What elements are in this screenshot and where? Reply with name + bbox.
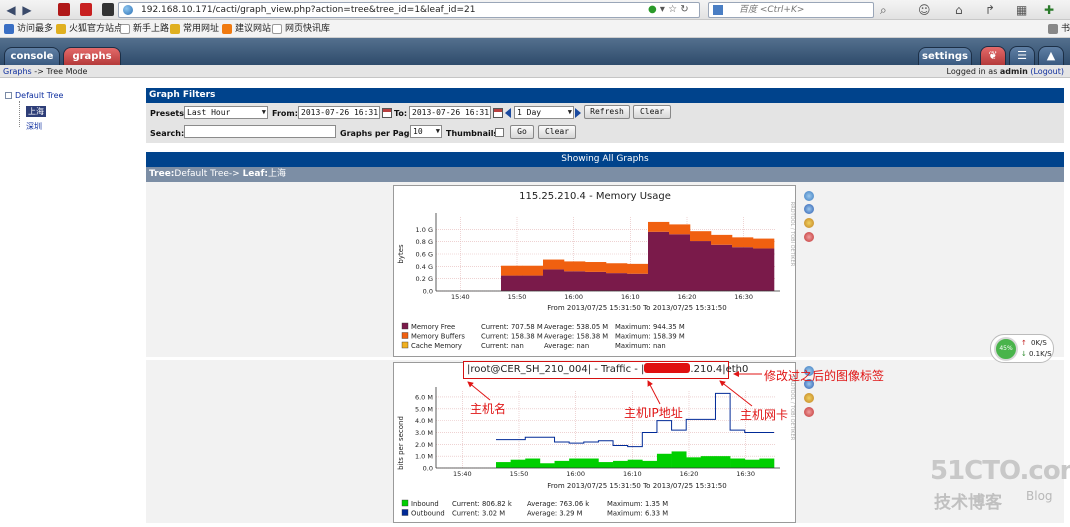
watermark-site: 51CTO.com <box>930 456 1070 486</box>
upload-speed: 0K/S <box>1031 339 1047 347</box>
annotation-label-tag: 修改过之后的图像标签 <box>764 369 885 383</box>
annotation-host-ip: 主机IP地址 <box>624 406 683 420</box>
network-speed-widget[interactable]: 45% ↑ 0K/S ↓ 0.1K/S <box>990 334 1054 363</box>
annotation-arrows <box>467 371 762 407</box>
download-speed: 0.1K/S <box>1029 350 1052 358</box>
download-arrow-icon: ↓ <box>1021 350 1027 358</box>
upload-arrow-icon: ↑ <box>1021 339 1027 347</box>
annotation-host-nic: 主机网卡 <box>740 408 789 422</box>
watermark-sub: 技术博客 <box>934 493 1002 513</box>
annotation-hostname: 主机名 <box>470 402 507 416</box>
speed-percent: 45% <box>994 337 1018 361</box>
watermark-logo: 51CTO.com 技术博客 Blog <box>928 456 1070 516</box>
watermark-blog: Blog <box>1026 489 1053 503</box>
